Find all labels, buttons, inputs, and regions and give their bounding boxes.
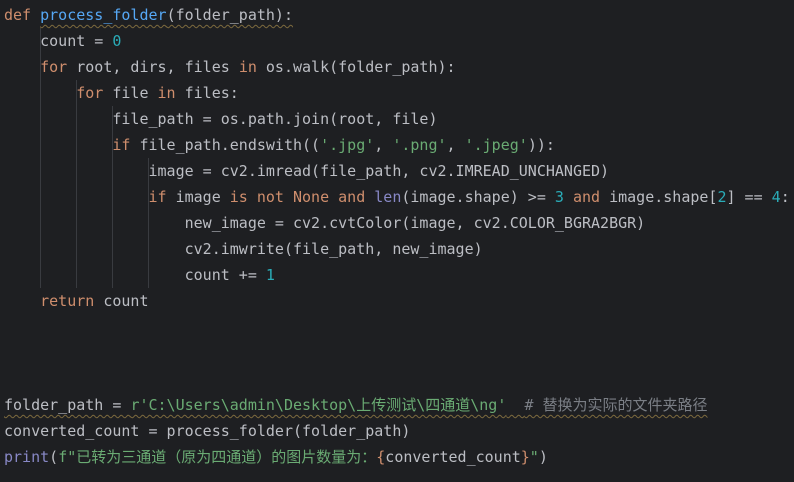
code-line-15[interactable]: print(f"已转为三通道（原为四通道）的图片数量为：{converted_c…: [4, 444, 548, 470]
code-text: image.shape[: [609, 188, 718, 206]
code-text: new_image = cv2.cvtColor(image, cv2.COLO…: [184, 214, 646, 232]
keyword: is: [229, 188, 257, 206]
code-line-4[interactable]: for file in files:: [4, 80, 239, 106]
code-line-13[interactable]: folder_path = r'C:\Users\admin\Desktop\上…: [4, 392, 708, 418]
code-editor[interactable]: def process_folder(folder_path): count =…: [0, 0, 794, 482]
code-text: file_path = os.path.join(root, file): [112, 110, 438, 128]
string-literal: '.jpeg': [464, 136, 528, 154]
keyword: for: [76, 84, 113, 102]
code-text: os.walk(folder_path):: [265, 58, 456, 76]
code-text: (folder_path):: [166, 6, 293, 24]
code-text: ] ==: [726, 188, 772, 206]
keyword: in: [157, 84, 185, 102]
code-line-10[interactable]: cv2.imwrite(file_path, new_image): [4, 236, 483, 262]
keyword: and: [572, 188, 610, 206]
code-text: converted_count = process_folder(folder_…: [4, 422, 411, 440]
code-text: files:: [184, 84, 239, 102]
code-text: count =: [40, 32, 113, 50]
code-text: count: [103, 292, 149, 310]
fstring-brace: }: [520, 448, 530, 466]
fstring-literal: f"已转为三通道（原为四通道）的图片数量为：: [58, 448, 377, 466]
code-line-9[interactable]: new_image = cv2.cvtColor(image, cv2.COLO…: [4, 210, 646, 236]
code-line-14[interactable]: converted_count = process_folder(folder_…: [4, 418, 410, 444]
code-text: file: [112, 84, 158, 102]
fstring-literal: ": [529, 448, 539, 466]
code-line-1[interactable]: def process_folder(folder_path):: [4, 2, 293, 28]
keyword: if: [112, 136, 140, 154]
code-text: ): [538, 448, 548, 466]
string-literal: '.jpg': [320, 136, 375, 154]
keyword: in: [238, 58, 266, 76]
code-text: file_path.endswith((: [139, 136, 321, 154]
code-line-7[interactable]: image = cv2.imread(file_path, cv2.IMREAD…: [4, 158, 610, 184]
code-text: ,: [446, 136, 465, 154]
code-text: cv2.imwrite(file_path, new_image): [184, 240, 483, 258]
number-literal: 0: [112, 32, 122, 50]
builtin-function: len: [374, 188, 402, 206]
code-line-6[interactable]: if file_path.endswith(('.jpg', '.png', '…: [4, 132, 555, 158]
number-literal: 1: [265, 266, 275, 284]
keyword: return: [40, 292, 104, 310]
code-line-2[interactable]: count = 0: [4, 28, 121, 54]
fstring-brace: {: [376, 448, 386, 466]
keyword: None: [293, 188, 339, 206]
keyword: for: [40, 58, 77, 76]
keyword: not: [256, 188, 293, 206]
number-literal: 4: [771, 188, 781, 206]
code-text: (image.shape) >=: [401, 188, 555, 206]
code-text: ,: [374, 136, 393, 154]
keyword: and: [338, 188, 375, 206]
code-text: count +=: [184, 266, 266, 284]
comment: # 替换为实际的文件夹路径: [524, 396, 708, 414]
function-name: process_folder: [40, 6, 167, 24]
number-literal: 3: [554, 188, 564, 206]
code-line-11[interactable]: count += 1: [4, 262, 275, 288]
keyword: def: [4, 6, 41, 24]
string-literal: r'C:\Users\admin\Desktop\上传测试\四通道\ng': [130, 396, 507, 414]
number-literal: 2: [717, 188, 727, 206]
code-text: folder_path =: [4, 396, 131, 414]
code-line-5[interactable]: file_path = os.path.join(root, file): [4, 106, 437, 132]
code-line-3[interactable]: for root, dirs, files in os.walk(folder_…: [4, 54, 456, 80]
code-line-12[interactable]: return count: [4, 288, 149, 314]
string-literal: '.png': [392, 136, 447, 154]
fstring-variable: converted_count: [385, 448, 521, 466]
code-text: :: [780, 188, 790, 206]
code-line-8[interactable]: if image is not None and len(image.shape…: [4, 184, 790, 210]
code-text: image: [175, 188, 230, 206]
code-text: (: [49, 448, 59, 466]
code-text: )):: [527, 136, 555, 154]
code-text: root, dirs, files: [76, 58, 239, 76]
keyword: if: [148, 188, 176, 206]
builtin-function: print: [4, 448, 50, 466]
code-text: image = cv2.imread(file_path, cv2.IMREAD…: [148, 162, 610, 180]
